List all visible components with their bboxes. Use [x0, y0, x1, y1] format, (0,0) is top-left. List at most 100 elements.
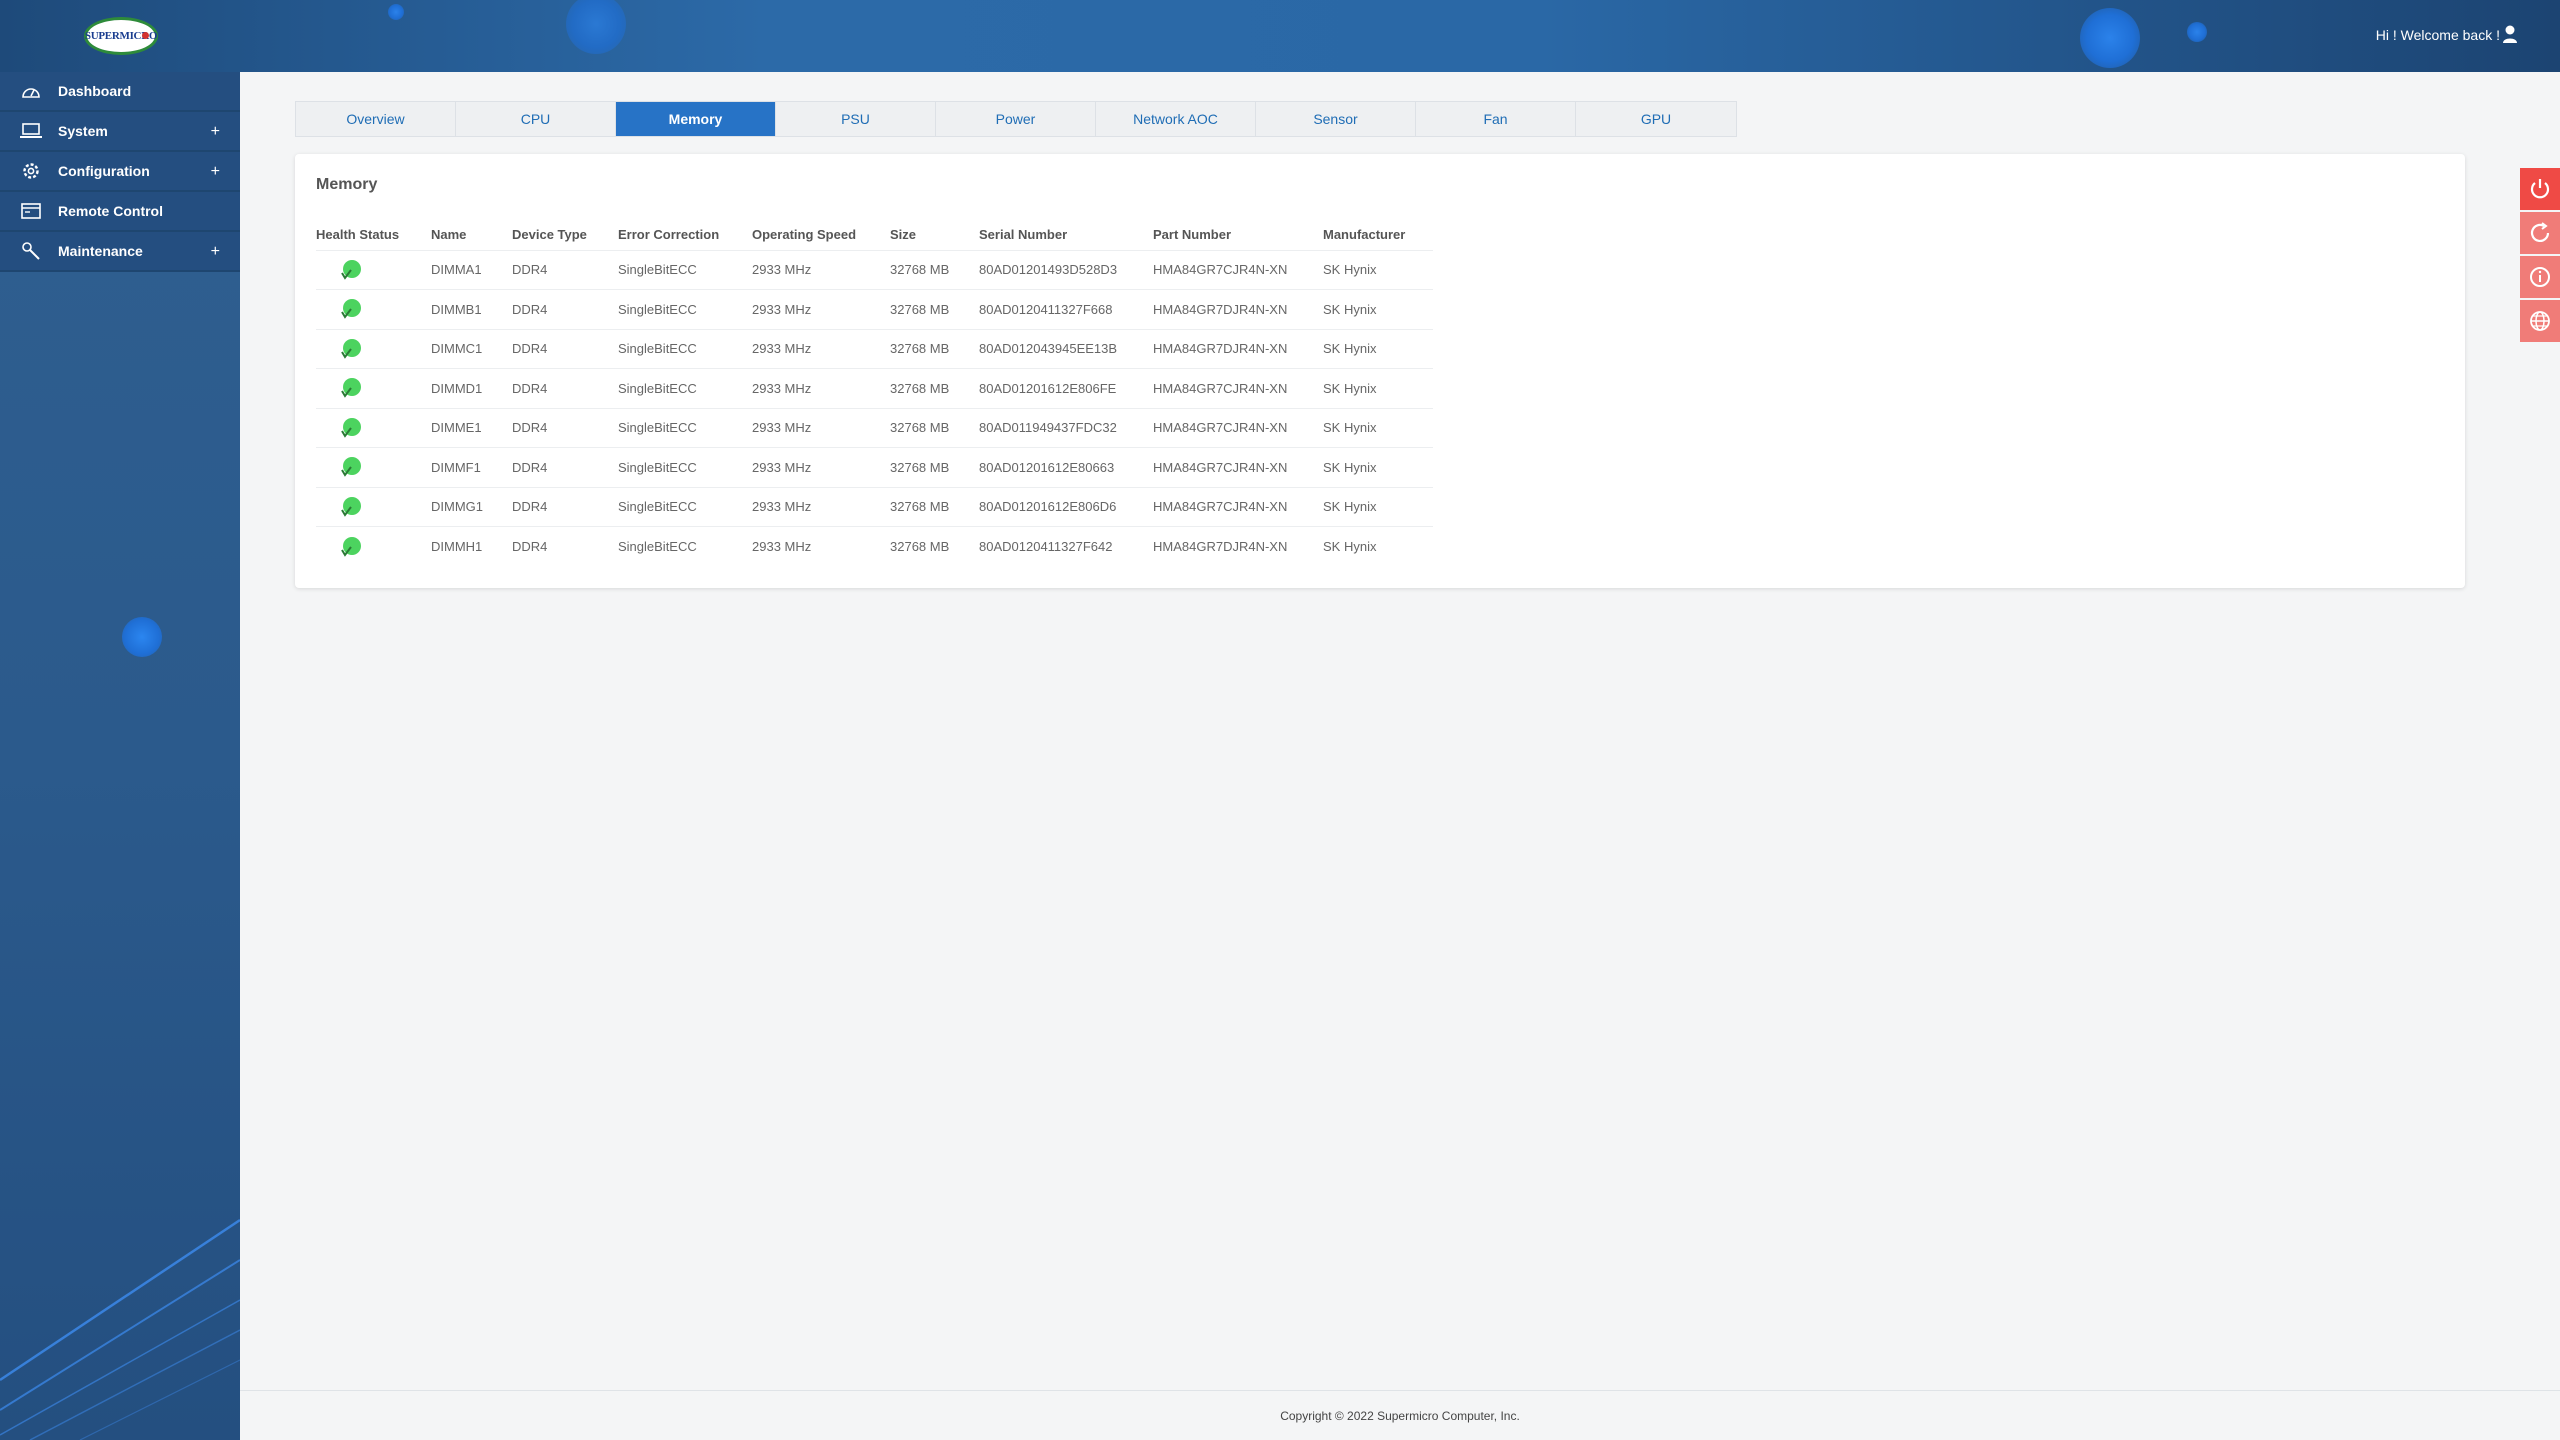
- user-icon[interactable]: [2502, 25, 2518, 43]
- column-header: Device Type: [512, 227, 587, 243]
- table-row: DIMMC1 DDR4 SingleBitECC 2933 MHz 32768 MB 80…: [316, 328, 1433, 369]
- health-ok-icon: [341, 536, 361, 557]
- refresh-button[interactable]: [2520, 212, 2560, 254]
- device-type: DDR4: [512, 447, 618, 487]
- table-row: DIMMB1 DDR4 SingleBitECC 2933 MHz 32768 MB 80…: [316, 289, 1433, 329]
- dashboard-icon: [20, 80, 42, 102]
- part-number: HMA84GR7CJR4N-XN: [1153, 407, 1323, 448]
- info-icon: [2530, 267, 2550, 287]
- tab-psu[interactable]: PSU: [776, 102, 936, 136]
- error-correction: SingleBitECC: [618, 249, 752, 290]
- error-correction: SingleBitECC: [618, 447, 752, 487]
- health-ok-icon: [341, 259, 361, 280]
- size: 32768 MB: [890, 447, 979, 487]
- column-header: Manufacturer: [1323, 227, 1406, 243]
- part-number: HMA84GR7DJR4N-XN: [1153, 289, 1323, 329]
- manufacturer: SK Hynix: [1323, 328, 1433, 369]
- column-header: Name: [431, 227, 467, 243]
- column-header: Error Correction: [618, 227, 720, 243]
- part-number: HMA84GR7CJR4N-XN: [1153, 368, 1323, 408]
- tab-overview[interactable]: Overview: [296, 102, 456, 136]
- dimm-name: DIMMB1: [431, 289, 512, 329]
- manufacturer: SK Hynix: [1323, 368, 1433, 408]
- size: 32768 MB: [890, 368, 979, 408]
- tab-fan[interactable]: Fan: [1416, 102, 1576, 136]
- health-ok-icon: [341, 299, 361, 320]
- part-number: HMA84GR7DJR4N-XN: [1153, 328, 1323, 369]
- tab-sensor[interactable]: Sensor: [1256, 102, 1416, 136]
- refresh-icon: [2530, 222, 2550, 242]
- sidebar-item-configuration[interactable]: Configuration +: [0, 152, 240, 192]
- device-type: DDR4: [512, 407, 618, 448]
- error-correction: SingleBitECC: [618, 486, 752, 527]
- device-type: DDR4: [512, 249, 618, 290]
- error-correction: SingleBitECC: [618, 368, 752, 408]
- wrench-icon: [20, 240, 42, 262]
- tab-gpu[interactable]: GPU: [1576, 102, 1736, 136]
- expand-icon[interactable]: +: [211, 123, 220, 141]
- table-row: DIMMH1 DDR4 SingleBitECC 2933 MHz 32768 MB 80…: [316, 526, 1433, 566]
- power-icon: [2530, 179, 2550, 199]
- card-title: Memory: [316, 176, 378, 193]
- tab-cpu[interactable]: CPU: [456, 102, 616, 136]
- size: 32768 MB: [890, 486, 979, 527]
- decor-bubble: [122, 617, 162, 657]
- dimm-name: DIMMD1: [431, 368, 512, 408]
- welcome-text: Hi ! Welcome back !: [2375, 27, 2500, 43]
- part-number: HMA84GR7CJR4N-XN: [1153, 447, 1323, 487]
- sidebar-item-system[interactable]: System +: [0, 112, 240, 152]
- sidebar-item-remote-control[interactable]: Remote Control: [0, 192, 240, 232]
- health-ok-icon: [341, 378, 361, 399]
- table-row: DIMMG1 DDR4 SingleBitECC 2933 MHz 32768 MB 80…: [316, 486, 1433, 527]
- column-header: Serial Number: [979, 227, 1068, 243]
- info-button[interactable]: [2520, 256, 2560, 298]
- serial-number: 80AD01201493D528D3: [979, 249, 1153, 290]
- expand-icon[interactable]: +: [211, 163, 220, 181]
- manufacturer: SK Hynix: [1323, 526, 1433, 566]
- operating-speed: 2933 MHz: [752, 249, 890, 290]
- size: 32768 MB: [890, 328, 979, 369]
- manufacturer: SK Hynix: [1323, 407, 1433, 448]
- tab-network-aoc[interactable]: Network AOC: [1096, 102, 1256, 136]
- supermicro-logo[interactable]: SUPERMICRO: [84, 17, 158, 55]
- health-status-cell: [316, 486, 431, 527]
- serial-number: 80AD011949437FDC32: [979, 407, 1153, 448]
- operating-speed: 2933 MHz: [752, 526, 890, 566]
- decor-bubble: [388, 4, 404, 20]
- health-ok-icon: [341, 496, 361, 517]
- operating-speed: 2933 MHz: [752, 486, 890, 527]
- top-header: SUPERMICRO Hi ! Welcome back !: [0, 0, 2560, 72]
- language-button[interactable]: [2520, 300, 2560, 342]
- table-row: DIMMD1 DDR4 SingleBitECC 2933 MHz 32768 MB 80…: [316, 368, 1433, 408]
- serial-number: 80AD01201612E806FE: [979, 368, 1153, 408]
- operating-speed: 2933 MHz: [752, 328, 890, 369]
- health-ok-icon: [341, 338, 361, 359]
- memory-card: Memory Health Status Name Device Type Er…: [295, 154, 2465, 588]
- health-status-cell: [316, 407, 431, 448]
- dimm-name: DIMMH1: [431, 526, 512, 566]
- tab-power[interactable]: Power: [936, 102, 1096, 136]
- operating-speed: 2933 MHz: [752, 368, 890, 408]
- sidebar-item-label: Maintenance: [58, 243, 143, 259]
- operating-speed: 2933 MHz: [752, 289, 890, 329]
- table-row: DIMMF1 DDR4 SingleBitECC 2933 MHz 32768 MB 80…: [316, 447, 1433, 487]
- power-button[interactable]: [2520, 168, 2560, 210]
- expand-icon[interactable]: +: [211, 243, 220, 261]
- decor-streaks: [0, 1218, 240, 1440]
- error-correction: SingleBitECC: [618, 289, 752, 329]
- device-type: DDR4: [512, 368, 618, 408]
- health-ok-icon: [341, 417, 361, 438]
- device-type: DDR4: [512, 328, 618, 369]
- serial-number: 80AD01201612E806D6: [979, 486, 1153, 527]
- size: 32768 MB: [890, 249, 979, 290]
- part-number: HMA84GR7CJR4N-XN: [1153, 249, 1323, 290]
- tab-memory[interactable]: Memory: [616, 102, 776, 136]
- health-status-cell: [316, 289, 431, 329]
- manufacturer: SK Hynix: [1323, 447, 1433, 487]
- sidebar-item-maintenance[interactable]: Maintenance +: [0, 232, 240, 272]
- laptop-icon: [20, 120, 42, 142]
- dimm-name: DIMMC1: [431, 328, 512, 369]
- serial-number: 80AD0120411327F668: [979, 289, 1153, 329]
- sidebar-item-dashboard[interactable]: Dashboard: [0, 72, 240, 112]
- dimm-name: DIMMG1: [431, 486, 512, 527]
